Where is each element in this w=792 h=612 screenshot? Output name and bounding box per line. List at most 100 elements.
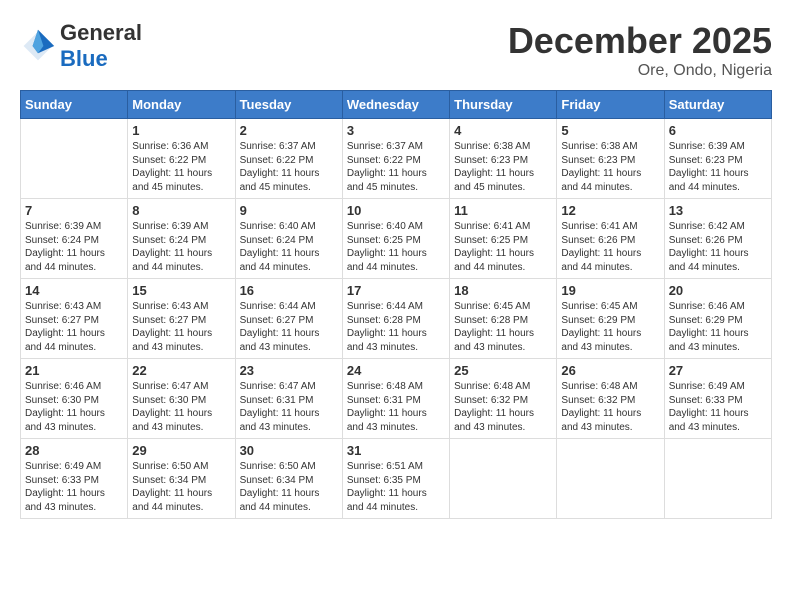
calendar-cell: 6Sunrise: 6:39 AM Sunset: 6:23 PM Daylig… — [664, 119, 771, 199]
calendar-header-wednesday: Wednesday — [342, 91, 449, 119]
week-row-3: 14 Sunrise: 6:43 AM Sunset: 6:27 PM Dayli… — [21, 279, 772, 359]
day-info: Sunrise: 6:51 AM Sunset: 6:35 PM Dayligh… — [347, 460, 445, 514]
calendar-cell: 26 Sunrise: 6:48 AM Sunset: 6:32 PM Dayli… — [557, 359, 664, 439]
day-number: 3 — [347, 123, 445, 138]
day-info: Sunrise: 6:42 AM Sunset: 6:26 PM Dayligh… — [669, 220, 767, 274]
calendar-cell: 23Sunrise: 6:47 AM Sunset: 6:31 PM Dayli… — [235, 359, 342, 439]
day-number: 2 — [240, 123, 338, 138]
calendar-cell: 11 Sunrise: 6:41 AM Sunset: 6:25 PM Dayli… — [450, 199, 557, 279]
day-number: 4 — [454, 123, 552, 138]
day-number: 17 — [347, 283, 445, 298]
day-number: 21 — [25, 363, 123, 378]
day-number: 5 — [561, 123, 659, 138]
calendar-cell: 21 Sunrise: 6:46 AM Sunset: 6:30 PM Dayli… — [21, 359, 128, 439]
calendar-header-thursday: Thursday — [450, 91, 557, 119]
day-number: 12 — [561, 203, 659, 218]
day-info: Sunrise: 6:45 AM Sunset: 6:29 PM Dayligh… — [561, 300, 659, 354]
day-info: Sunrise: 6:45 AM Sunset: 6:28 PM Dayligh… — [454, 300, 552, 354]
calendar-cell: 14 Sunrise: 6:43 AM Sunset: 6:27 PM Dayli… — [21, 279, 128, 359]
title-area: December 2025 Ore, Ondo, Nigeria — [508, 20, 772, 80]
day-info: Sunrise: 6:49 AM Sunset: 6:33 PM Dayligh… — [25, 460, 123, 514]
day-info: Sunrise: 6:36 AM Sunset: 6:22 PM Dayligh… — [132, 140, 230, 194]
day-number: 7 — [25, 203, 123, 218]
calendar-header-sunday: Sunday — [21, 91, 128, 119]
calendar-header-tuesday: Tuesday — [235, 91, 342, 119]
calendar-cell: 7Sunrise: 6:39 AM Sunset: 6:24 PM Daylig… — [21, 199, 128, 279]
day-number: 20 — [669, 283, 767, 298]
day-number: 18 — [454, 283, 552, 298]
day-info: Sunrise: 6:41 AM Sunset: 6:26 PM Dayligh… — [561, 220, 659, 274]
calendar-cell: 15 Sunrise: 6:43 AM Sunset: 6:27 PM Dayli… — [128, 279, 235, 359]
day-info: Sunrise: 6:38 AM Sunset: 6:23 PM Dayligh… — [561, 140, 659, 194]
calendar-table: SundayMondayTuesdayWednesdayThursdayFrid… — [20, 90, 772, 519]
day-info: Sunrise: 6:43 AM Sunset: 6:27 PM Dayligh… — [132, 300, 230, 354]
day-info: Sunrise: 6:46 AM Sunset: 6:30 PM Dayligh… — [25, 380, 123, 434]
day-info: Sunrise: 6:47 AM Sunset: 6:31 PM Dayligh… — [240, 380, 338, 434]
day-number: 8 — [132, 203, 230, 218]
day-number: 9 — [240, 203, 338, 218]
calendar-cell: 19 Sunrise: 6:45 AM Sunset: 6:29 PM Dayli… — [557, 279, 664, 359]
day-number: 11 — [454, 203, 552, 218]
day-info: Sunrise: 6:37 AM Sunset: 6:22 PM Dayligh… — [240, 140, 338, 194]
calendar-cell: 16 Sunrise: 6:44 AM Sunset: 6:27 PM Dayli… — [235, 279, 342, 359]
calendar-cell: 5 Sunrise: 6:38 AM Sunset: 6:23 PM Daylig… — [557, 119, 664, 199]
calendar-cell: 20Sunrise: 6:46 AM Sunset: 6:29 PM Dayli… — [664, 279, 771, 359]
calendar-cell: 13 Sunrise: 6:42 AM Sunset: 6:26 PM Dayli… — [664, 199, 771, 279]
day-number: 22 — [132, 363, 230, 378]
calendar-cell: 28Sunrise: 6:49 AM Sunset: 6:33 PM Dayli… — [21, 439, 128, 519]
day-number: 27 — [669, 363, 767, 378]
calendar-cell: 27 Sunrise: 6:49 AM Sunset: 6:33 PM Dayli… — [664, 359, 771, 439]
calendar-cell: 8Sunrise: 6:39 AM Sunset: 6:24 PM Daylig… — [128, 199, 235, 279]
day-number: 31 — [347, 443, 445, 458]
day-number: 14 — [25, 283, 123, 298]
day-number: 25 — [454, 363, 552, 378]
day-number: 29 — [132, 443, 230, 458]
day-info: Sunrise: 6:41 AM Sunset: 6:25 PM Dayligh… — [454, 220, 552, 274]
calendar-cell — [450, 439, 557, 519]
day-number: 16 — [240, 283, 338, 298]
week-row-2: 7Sunrise: 6:39 AM Sunset: 6:24 PM Daylig… — [21, 199, 772, 279]
day-number: 26 — [561, 363, 659, 378]
day-number: 1 — [132, 123, 230, 138]
day-info: Sunrise: 6:43 AM Sunset: 6:27 PM Dayligh… — [25, 300, 123, 354]
day-info: Sunrise: 6:40 AM Sunset: 6:25 PM Dayligh… — [347, 220, 445, 274]
calendar-cell: 18 Sunrise: 6:45 AM Sunset: 6:28 PM Dayli… — [450, 279, 557, 359]
day-info: Sunrise: 6:39 AM Sunset: 6:23 PM Dayligh… — [669, 140, 767, 194]
logo-blue-text: Blue — [60, 46, 108, 71]
day-info: Sunrise: 6:47 AM Sunset: 6:30 PM Dayligh… — [132, 380, 230, 434]
logo: General Blue — [20, 20, 142, 72]
day-info: Sunrise: 6:48 AM Sunset: 6:32 PM Dayligh… — [561, 380, 659, 434]
week-row-1: 1 Sunrise: 6:36 AM Sunset: 6:22 PM Daylig… — [21, 119, 772, 199]
day-info: Sunrise: 6:50 AM Sunset: 6:34 PM Dayligh… — [240, 460, 338, 514]
calendar-header-row: SundayMondayTuesdayWednesdayThursdayFrid… — [21, 91, 772, 119]
day-info: Sunrise: 6:50 AM Sunset: 6:34 PM Dayligh… — [132, 460, 230, 514]
day-info: Sunrise: 6:48 AM Sunset: 6:32 PM Dayligh… — [454, 380, 552, 434]
day-number: 24 — [347, 363, 445, 378]
calendar-cell — [21, 119, 128, 199]
day-info: Sunrise: 6:44 AM Sunset: 6:28 PM Dayligh… — [347, 300, 445, 354]
calendar-cell: 4 Sunrise: 6:38 AM Sunset: 6:23 PM Daylig… — [450, 119, 557, 199]
calendar-cell: 9Sunrise: 6:40 AM Sunset: 6:24 PM Daylig… — [235, 199, 342, 279]
day-number: 15 — [132, 283, 230, 298]
day-info: Sunrise: 6:44 AM Sunset: 6:27 PM Dayligh… — [240, 300, 338, 354]
day-info: Sunrise: 6:49 AM Sunset: 6:33 PM Dayligh… — [669, 380, 767, 434]
calendar-cell: 10Sunrise: 6:40 AM Sunset: 6:25 PM Dayli… — [342, 199, 449, 279]
calendar-cell: 29 Sunrise: 6:50 AM Sunset: 6:34 PM Dayli… — [128, 439, 235, 519]
calendar-header-monday: Monday — [128, 91, 235, 119]
day-number: 13 — [669, 203, 767, 218]
location: Ore, Ondo, Nigeria — [508, 62, 772, 80]
calendar-cell: 2 Sunrise: 6:37 AM Sunset: 6:22 PM Daylig… — [235, 119, 342, 199]
calendar-header-friday: Friday — [557, 91, 664, 119]
logo-icon — [20, 28, 56, 64]
day-info: Sunrise: 6:48 AM Sunset: 6:31 PM Dayligh… — [347, 380, 445, 434]
page-header: General Blue December 2025 Ore, Ondo, Ni… — [20, 20, 772, 80]
calendar-cell: 17 Sunrise: 6:44 AM Sunset: 6:28 PM Dayli… — [342, 279, 449, 359]
calendar-cell: 1 Sunrise: 6:36 AM Sunset: 6:22 PM Daylig… — [128, 119, 235, 199]
day-number: 19 — [561, 283, 659, 298]
calendar-cell — [557, 439, 664, 519]
calendar-cell: 24 Sunrise: 6:48 AM Sunset: 6:31 PM Dayli… — [342, 359, 449, 439]
week-row-5: 28Sunrise: 6:49 AM Sunset: 6:33 PM Dayli… — [21, 439, 772, 519]
calendar-cell: 3Sunrise: 6:37 AM Sunset: 6:22 PM Daylig… — [342, 119, 449, 199]
calendar-cell: 12 Sunrise: 6:41 AM Sunset: 6:26 PM Dayli… — [557, 199, 664, 279]
day-info: Sunrise: 6:38 AM Sunset: 6:23 PM Dayligh… — [454, 140, 552, 194]
